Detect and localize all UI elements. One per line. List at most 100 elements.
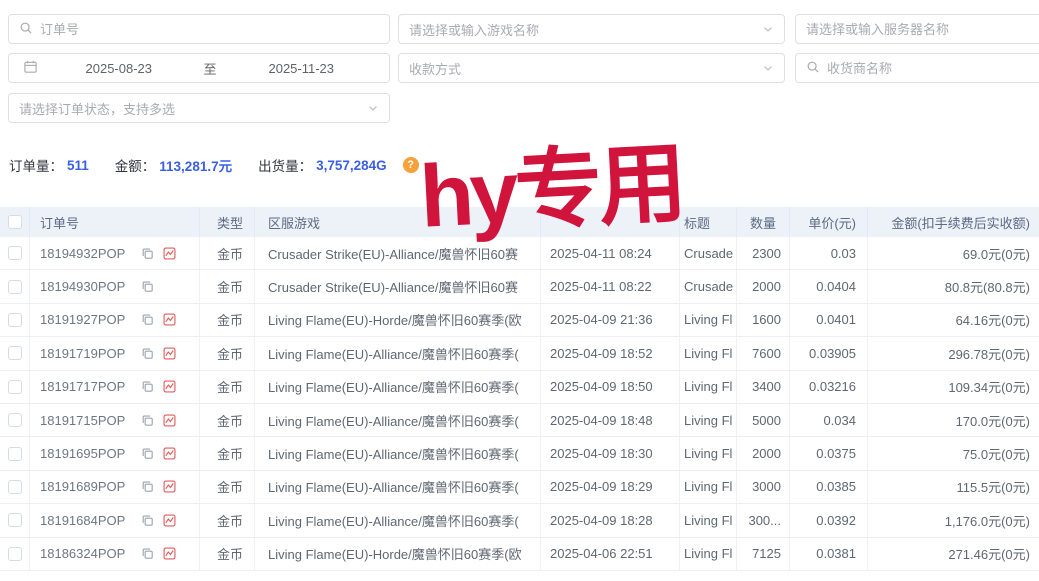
copy-icon[interactable]: [140, 379, 155, 394]
order-count-value: 511: [67, 158, 89, 173]
game-cell: Living Flame(EU)-Horde/魔兽怀旧60赛季(欧: [255, 538, 541, 570]
title-cell: Living Fl: [680, 471, 737, 503]
shipment-value: 3,757,284G: [316, 158, 387, 173]
date-range-picker[interactable]: 2025-08-23 至 2025-11-23: [8, 53, 390, 83]
search-icon: [806, 60, 820, 77]
copy-icon[interactable]: [140, 546, 155, 561]
type-cell: 金币: [200, 471, 255, 503]
header-price: 单价(元): [790, 207, 868, 237]
order-no-text: 18191715POP: [40, 413, 140, 428]
image-icon[interactable]: [162, 312, 177, 327]
calendar-icon: [23, 59, 38, 77]
server-name-input[interactable]: [806, 22, 1039, 37]
time-cell: 2025-04-09 18:48: [541, 404, 680, 436]
table-row: 18191689POP金币Living Flame(EU)-Alliance/魔…: [0, 471, 1039, 504]
orders-table: 订单号 类型 区服游戏 标题 数量 单价(元) 金额(扣手续费后实收额) 181…: [0, 207, 1039, 571]
order-no-cell: 18186324POP: [30, 538, 200, 570]
time-cell: 2025-04-11 08:24: [541, 237, 680, 269]
type-cell: 金币: [200, 437, 255, 469]
game-cell: Living Flame(EU)-Alliance/魔兽怀旧60赛季(: [255, 471, 541, 503]
order-no-text: 18194930POP: [40, 279, 140, 294]
table-row: 18191684POP金币Living Flame(EU)-Alliance/魔…: [0, 504, 1039, 537]
qty-cell: 3400: [737, 371, 790, 403]
title-cell: Living Fl: [680, 538, 737, 570]
merchant-name-input[interactable]: [827, 61, 1039, 76]
image-icon[interactable]: [162, 479, 177, 494]
time-cell: 2025-04-09 18:30: [541, 437, 680, 469]
game-cell: Living Flame(EU)-Alliance/魔兽怀旧60赛季(: [255, 504, 541, 536]
select-all-cell: [0, 207, 30, 237]
title-cell: Living Fl: [680, 437, 737, 469]
price-cell: 0.0401: [790, 304, 868, 336]
image-icon[interactable]: [162, 346, 177, 361]
copy-icon[interactable]: [140, 513, 155, 528]
qty-cell: 2000: [737, 270, 790, 302]
time-cell: 2025-04-09 21:36: [541, 304, 680, 336]
row-checkbox[interactable]: [8, 280, 22, 294]
header-amount: 金额(扣手续费后实收额): [868, 207, 1039, 237]
price-cell: 0.03216: [790, 371, 868, 403]
date-end-value[interactable]: 2025-11-23: [228, 61, 376, 76]
row-select-cell: [0, 237, 30, 269]
image-icon[interactable]: [162, 379, 177, 394]
row-checkbox[interactable]: [8, 380, 22, 394]
order-status-select[interactable]: 请选择订单状态，支持多选: [8, 93, 390, 123]
copy-icon[interactable]: [140, 246, 155, 261]
row-checkbox[interactable]: [8, 547, 22, 561]
date-start-value[interactable]: 2025-08-23: [45, 61, 193, 76]
row-checkbox[interactable]: [8, 513, 22, 527]
table-row: 18186324POP金币Living Flame(EU)-Horde/魔兽怀旧…: [0, 538, 1039, 571]
table-row: 18191715POP 金币Living Flame(EU)-Alliance/魔…: [0, 404, 1039, 437]
row-select-cell: [0, 270, 30, 302]
image-icon[interactable]: [162, 413, 177, 428]
amount-cell: 170.0元(0元): [868, 404, 1039, 436]
payment-method-select[interactable]: 收款方式: [398, 53, 785, 83]
row-select-cell: [0, 404, 30, 436]
game-cell: Living Flame(EU)-Alliance/魔兽怀旧60赛季(: [255, 404, 541, 436]
type-cell: 金币: [200, 404, 255, 436]
row-checkbox[interactable]: [8, 447, 22, 461]
copy-icon[interactable]: [140, 446, 155, 461]
row-checkbox[interactable]: [8, 246, 22, 260]
order-management-page: { "filters": { "order_no_placeholder": "…: [0, 0, 1039, 581]
type-cell: 金币: [200, 237, 255, 269]
copy-icon[interactable]: [140, 346, 155, 361]
table-row: 18191695POP金币Living Flame(EU)-Alliance/魔…: [0, 437, 1039, 470]
qty-cell: 2300: [737, 237, 790, 269]
image-icon[interactable]: [162, 246, 177, 261]
help-icon[interactable]: ?: [403, 157, 419, 173]
merchant-name-search[interactable]: [795, 53, 1039, 83]
date-separator: 至: [200, 59, 221, 78]
order-no-cell: 18191715POP: [30, 404, 200, 436]
header-qty: 数量: [737, 207, 790, 237]
copy-icon[interactable]: [140, 479, 155, 494]
image-icon[interactable]: [162, 513, 177, 528]
order-number-search[interactable]: [8, 14, 390, 44]
qty-cell: 5000: [737, 404, 790, 436]
title-cell: Living Fl: [680, 304, 737, 336]
copy-icon[interactable]: [140, 279, 155, 294]
row-select-cell: [0, 371, 30, 403]
select-all-checkbox[interactable]: [8, 215, 22, 229]
price-cell: 0.0392: [790, 504, 868, 536]
image-icon[interactable]: [162, 446, 177, 461]
row-checkbox[interactable]: [8, 346, 22, 360]
row-checkbox[interactable]: [8, 413, 22, 427]
server-name-input-wrap[interactable]: [795, 14, 1039, 44]
amount-cell: 80.8元(80.8元): [868, 270, 1039, 302]
price-cell: 0.0404: [790, 270, 868, 302]
row-select-cell: [0, 437, 30, 469]
copy-icon[interactable]: [140, 413, 155, 428]
order-no-cell: 18194930POP: [30, 270, 200, 302]
time-cell: 2025-04-09 18:28: [541, 504, 680, 536]
game-cell: Living Flame(EU)-Alliance/魔兽怀旧60赛季(: [255, 371, 541, 403]
type-cell: 金币: [200, 538, 255, 570]
order-number-input[interactable]: [40, 22, 379, 37]
row-checkbox[interactable]: [8, 313, 22, 327]
table-row: 18194932POP金币Crusader Strike(EU)-Allianc…: [0, 237, 1039, 270]
image-icon[interactable]: [162, 546, 177, 561]
game-cell: Living Flame(EU)-Alliance/魔兽怀旧60赛季(: [255, 337, 541, 369]
copy-icon[interactable]: [140, 312, 155, 327]
row-checkbox[interactable]: [8, 480, 22, 494]
game-name-select[interactable]: 请选择或输入游戏名称: [398, 14, 785, 44]
